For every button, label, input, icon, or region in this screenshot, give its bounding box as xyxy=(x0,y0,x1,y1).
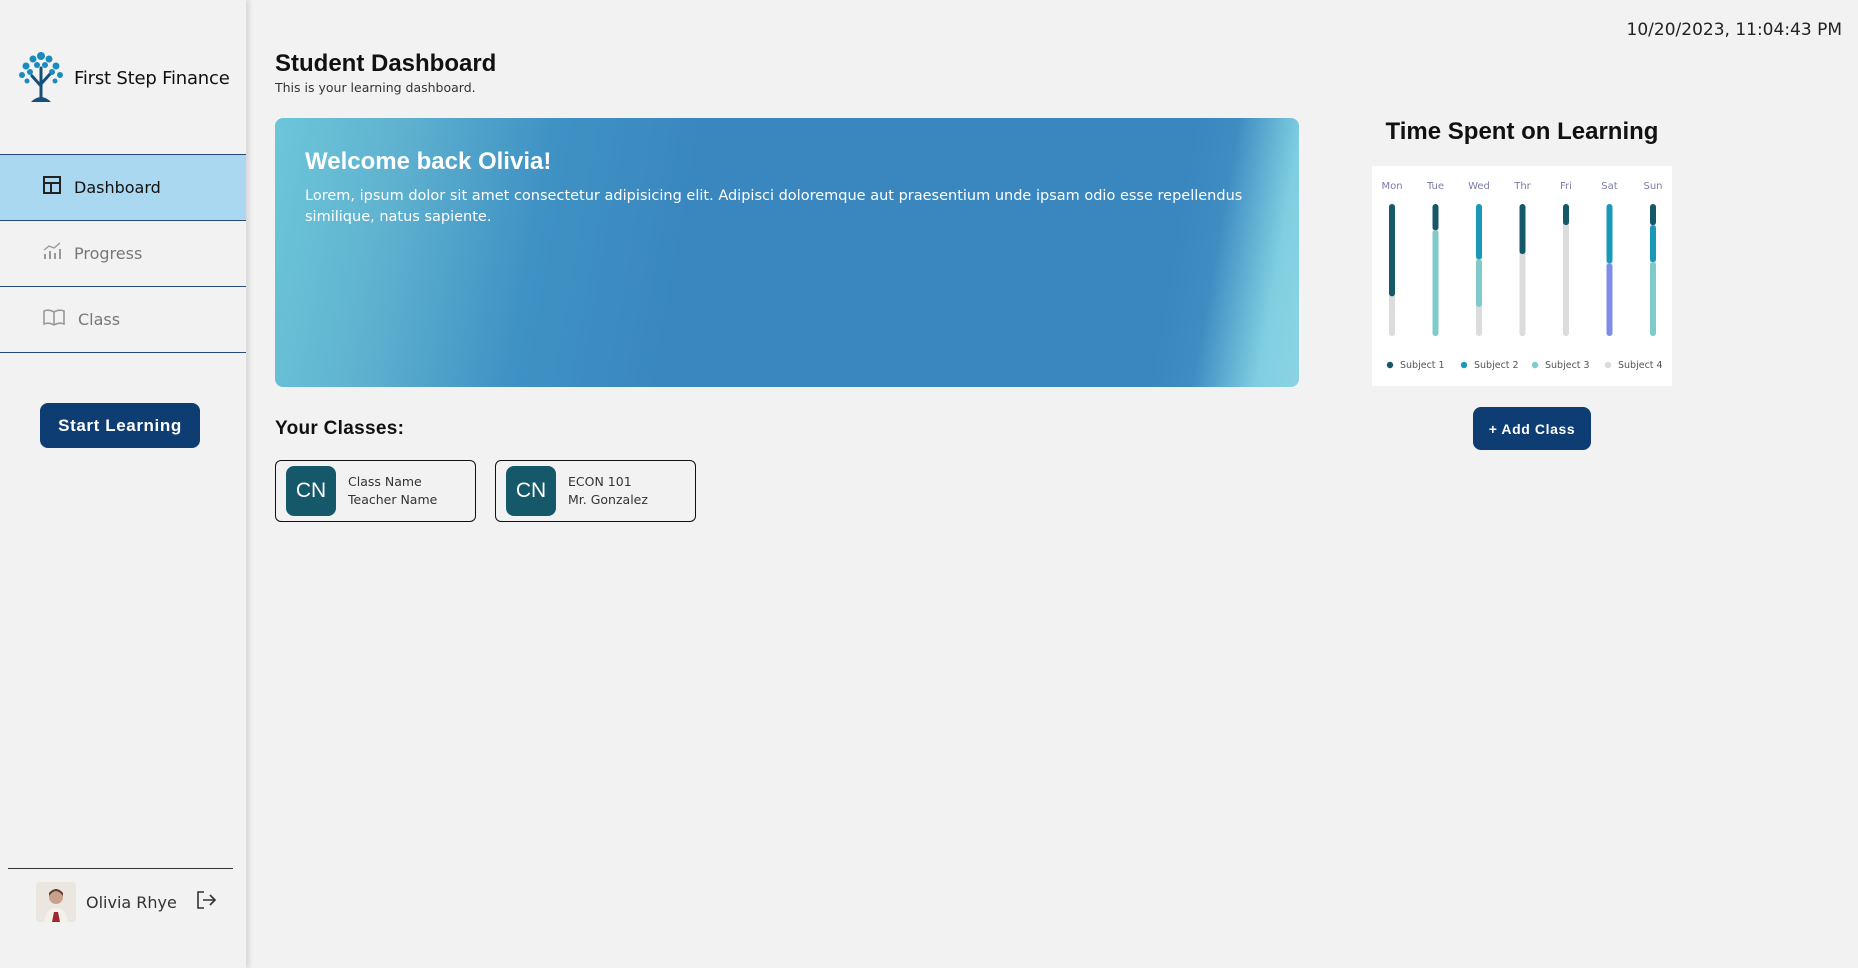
legend-label: Subject 4 xyxy=(1618,360,1663,371)
welcome-banner: Welcome back Olivia! Lorem, ipsum dolor … xyxy=(275,118,1299,387)
tree-icon xyxy=(16,48,66,109)
bar-segment xyxy=(1476,306,1482,336)
teacher-name: Teacher Name xyxy=(348,492,438,507)
legend-item: Subject 4 xyxy=(1604,360,1663,371)
legend-marker xyxy=(1460,361,1468,369)
legend-label: Subject 1 xyxy=(1400,360,1445,371)
sidebar-nav: Dashboard Progress Class xyxy=(0,154,246,353)
chart-svg: Mon Tue Wed Thr Fri Sat Sun Subject 1 Subject 2 S… xyxy=(1381,181,1663,371)
bar-segment xyxy=(1606,204,1613,264)
bar-segment xyxy=(1650,262,1656,336)
sidebar: First Step Finance Dashboard Progress Cl… xyxy=(0,0,246,968)
time-spent-chart: Mon Tue Wed Thr Fri Sat Sun Subject 1 Subject 2 S… xyxy=(1372,166,1672,386)
bar-segment xyxy=(1650,225,1656,263)
class-name: ECON 101 xyxy=(568,474,632,489)
welcome-title: Welcome back Olivia! xyxy=(305,148,552,175)
add-class-button[interactable]: + Add Class xyxy=(1473,407,1591,450)
sidebar-item-label: Dashboard xyxy=(74,178,161,197)
class-initials: CN xyxy=(286,466,336,516)
bar-segment xyxy=(1432,230,1439,336)
legend-label: Subject 3 xyxy=(1545,360,1590,371)
bar-segment xyxy=(1606,263,1613,336)
class-info: ECON 101 Mr. Gonzalez xyxy=(568,473,648,509)
sidebar-item-progress[interactable]: Progress xyxy=(0,221,246,287)
sidebar-item-label: Progress xyxy=(74,244,143,263)
legend-label: Subject 2 xyxy=(1474,360,1519,371)
class-initials: CN xyxy=(506,466,556,516)
bar-segment xyxy=(1389,296,1395,336)
bar-segment xyxy=(1519,204,1526,255)
chart-icon xyxy=(42,241,62,266)
x-tick-label: Sat xyxy=(1601,181,1617,192)
x-tick-label: Sun xyxy=(1643,181,1662,192)
book-icon xyxy=(42,307,66,332)
logout-icon[interactable] xyxy=(195,890,217,915)
bar-segment xyxy=(1432,204,1439,231)
start-learning-button[interactable]: Start Learning xyxy=(40,403,200,448)
bar-segment xyxy=(1476,259,1482,307)
avatar[interactable] xyxy=(36,882,76,922)
class-card[interactable]: CN ECON 101 Mr. Gonzalez xyxy=(495,460,696,522)
dashboard-icon xyxy=(42,175,62,200)
x-tick-label: Thr xyxy=(1513,181,1531,192)
bar-segment xyxy=(1519,254,1526,336)
sidebar-item-dashboard[interactable]: Dashboard xyxy=(0,155,246,221)
legend-marker xyxy=(1386,361,1394,369)
legend-item: Subject 3 xyxy=(1531,360,1590,371)
page-title: Student Dashboard xyxy=(275,50,497,77)
brand-logo[interactable]: First Step Finance xyxy=(16,48,230,109)
class-info: Class Name Teacher Name xyxy=(348,473,437,509)
bar-segment xyxy=(1476,204,1482,260)
legend-marker xyxy=(1531,361,1539,369)
bar-segment xyxy=(1650,204,1656,226)
x-tick-label: Tue xyxy=(1426,181,1444,192)
divider xyxy=(8,868,233,869)
legend-item: Subject 2 xyxy=(1460,360,1519,371)
brand-name: First Step Finance xyxy=(74,68,230,89)
page-subtitle: This is your learning dashboard. xyxy=(275,80,476,95)
legend-marker xyxy=(1604,361,1612,369)
legend-item: Subject 1 xyxy=(1386,360,1445,371)
x-tick-label: Mon xyxy=(1381,181,1402,192)
user-name: Olivia Rhye xyxy=(86,892,177,912)
sidebar-item-class[interactable]: Class xyxy=(0,287,246,353)
bar-segment xyxy=(1563,225,1569,336)
x-tick-label: Wed xyxy=(1468,181,1490,192)
sidebar-item-label: Class xyxy=(78,310,121,329)
classes-heading: Your Classes: xyxy=(275,418,405,439)
user-profile: Olivia Rhye xyxy=(36,882,217,922)
x-tick-label: Fri xyxy=(1560,181,1572,192)
class-card[interactable]: CN Class Name Teacher Name xyxy=(275,460,476,522)
chart-title: Time Spent on Learning xyxy=(1385,118,1659,145)
bar-segment xyxy=(1563,204,1569,226)
class-name: Class Name xyxy=(348,474,422,489)
teacher-name: Mr. Gonzalez xyxy=(568,492,648,507)
bar-segment xyxy=(1389,204,1395,297)
welcome-text: Lorem, ipsum dolor sit amet consectetur … xyxy=(305,188,1243,225)
datetime-display: 10/20/2023, 11:04:43 PM xyxy=(1626,20,1842,40)
